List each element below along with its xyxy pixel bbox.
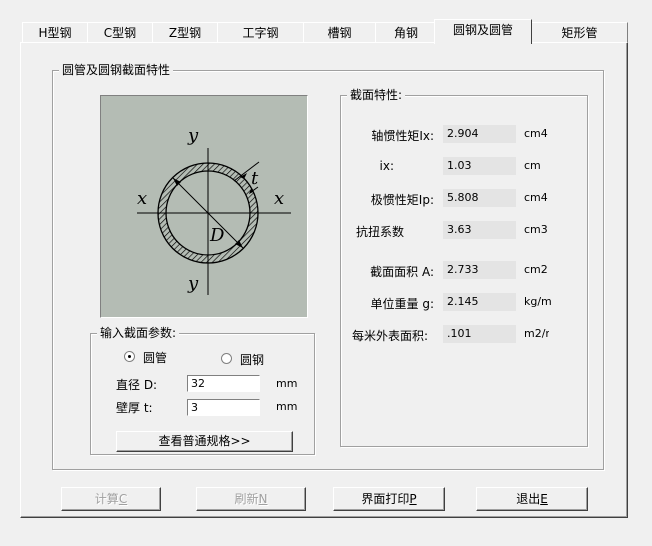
thickness-input[interactable]: 3 <box>187 399 260 416</box>
tab-i-beam[interactable]: 工字钢 <box>217 22 304 42</box>
prop-unit-ix-radius: cm <box>524 159 541 172</box>
view-specs-button-label: 查看普通规格>> <box>158 434 251 448</box>
y-axis-top-label: y <box>188 125 199 146</box>
prop-label-ix-radius: ix: <box>379 159 394 173</box>
prop-value-unit-weight: 2.145 <box>443 293 516 311</box>
thickness-unit: mm <box>276 400 298 413</box>
diameter-label: 直径 D: <box>116 378 158 392</box>
prop-value-torsion-modulus: 3.63 <box>443 221 516 239</box>
print-button-label: 界面打印 <box>361 492 410 506</box>
prop-value-ix-inertia: 2.904 <box>443 125 516 143</box>
diameter-unit: mm <box>276 377 298 390</box>
exit-button[interactable]: 退出E <box>476 487 588 511</box>
x-axis-right-label: x <box>274 188 285 209</box>
prop-label-torsion-modulus: 抗扭系数 <box>355 225 404 239</box>
prop-unit-polar-inertia: cm4 <box>524 191 548 204</box>
print-button[interactable]: 界面打印P <box>333 487 445 511</box>
thickness-symbol: t <box>251 168 259 189</box>
input-params-title: 输入截面参数: <box>97 326 180 340</box>
tab-channel[interactable]: 槽钢 <box>303 22 376 42</box>
radio-pipe-dot <box>128 355 131 358</box>
radio-round-bar[interactable] <box>221 353 232 364</box>
tab-round[interactable]: 圆钢及圆管 <box>434 19 532 44</box>
calculate-button-hotkey: C <box>118 492 128 506</box>
prop-value-surface-area: .101 <box>443 325 516 343</box>
refresh-button-label: 刷新 <box>234 492 259 506</box>
radio-pipe[interactable] <box>124 351 135 362</box>
prop-unit-torsion-modulus: cm3 <box>524 223 548 236</box>
tab-h-steel[interactable]: H型钢 <box>22 22 88 42</box>
refresh-button[interactable]: 刷新N <box>196 487 306 511</box>
calculate-button-label: 计算 <box>94 492 119 506</box>
calculate-button[interactable]: 计算C <box>61 487 161 511</box>
exit-button-label: 退出 <box>516 492 541 506</box>
print-button-hotkey: P <box>409 492 417 506</box>
prop-unit-unit-weight: kg/m <box>524 295 552 308</box>
exit-button-hotkey: E <box>540 492 548 506</box>
y-axis-bottom-label: y <box>188 273 199 294</box>
prop-unit-area: cm2 <box>524 263 548 276</box>
prop-value-ix-radius: 1.03 <box>443 157 516 175</box>
prop-label-ix-inertia: 轴惯性矩Ix: <box>371 129 434 143</box>
tab-angle[interactable]: 角钢 <box>375 22 437 42</box>
prop-unit-ix-inertia: cm4 <box>524 127 548 140</box>
radio-round-bar-label[interactable]: 圆钢 <box>240 351 264 368</box>
x-axis-left-label: x <box>137 188 148 209</box>
prop-value-area: 2.733 <box>443 261 516 279</box>
prop-unit-surface-area: m2/m <box>524 327 549 340</box>
radio-pipe-label[interactable]: 圆管 <box>143 349 167 366</box>
refresh-button-hotkey: N <box>258 492 268 506</box>
diameter-symbol: D <box>210 225 225 246</box>
section-results-title: 截面特性: <box>347 88 406 102</box>
tab-z-steel[interactable]: Z型钢 <box>152 22 218 42</box>
tab-c-steel[interactable]: C型钢 <box>87 22 153 42</box>
prop-label-surface-area: 每米外表面积: <box>351 329 428 343</box>
prop-label-area: 截面面积 A: <box>370 265 434 279</box>
cross-section-figure: y y x x t D <box>100 95 308 318</box>
thickness-label: 壁厚 t: <box>116 401 153 415</box>
view-specs-button[interactable]: 查看普通规格>> <box>116 431 293 452</box>
section-properties-group-title: 圆管及圆钢截面特性 <box>59 63 174 77</box>
prop-label-polar-inertia: 极惯性矩Ip: <box>370 193 434 207</box>
prop-label-unit-weight: 单位重量 g: <box>370 297 434 311</box>
diameter-input[interactable]: 32 <box>187 375 260 392</box>
tab-rect-tube[interactable]: 矩形管 <box>531 22 628 42</box>
prop-value-polar-inertia: 5.808 <box>443 189 516 207</box>
